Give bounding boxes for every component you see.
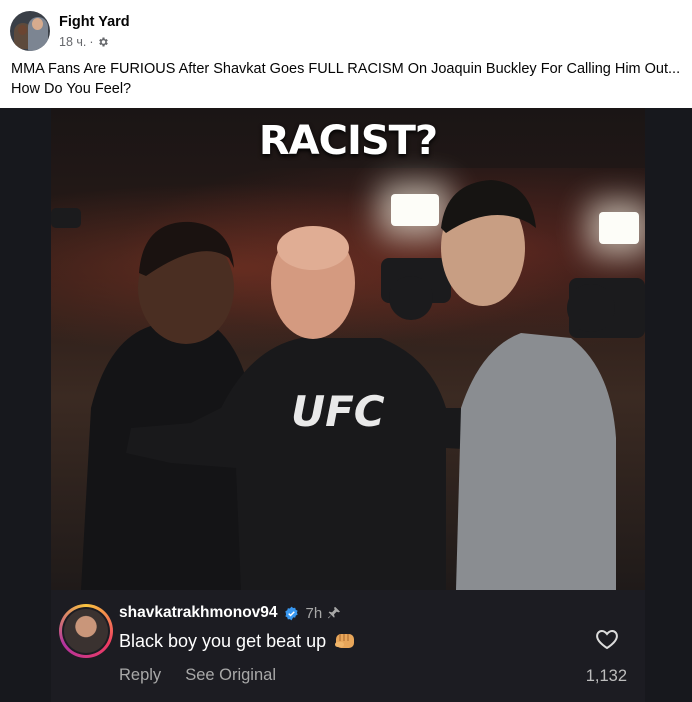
reply-button[interactable]: Reply [119,666,161,685]
verified-badge-icon [284,606,299,621]
post-caption: MMA Fans Are FURIOUS After Shavkat Goes … [11,61,681,97]
overlay-text: RACIST? [258,118,438,164]
post-image[interactable]: UFC RACIST? shavkatrakhmonov94 7h Black … [0,108,692,702]
post-meta: Fight Yard 18 ч. · [59,13,130,50]
page-avatar[interactable] [10,11,50,51]
comment-card: shavkatrakhmonov94 7h Black boy you get … [51,590,645,702]
comment-actions: Reply See Original [119,666,276,685]
page-name[interactable]: Fight Yard [59,13,130,31]
see-original-button[interactable]: See Original [185,666,276,685]
pin-icon [326,605,342,621]
heart-icon[interactable] [595,628,619,655]
photo-figures: UFC [51,180,645,590]
commenter-avatar[interactable] [59,604,113,658]
comment-body: Black boy you get beat up [119,630,327,651]
like-count: 1,132 [585,667,627,685]
meta-separator: · [89,34,94,49]
fist-icon [333,630,357,652]
gear-icon[interactable] [97,36,109,48]
post-time[interactable]: 18 ч. [59,34,86,50]
post-header: Fight Yard 18 ч. · [10,10,130,52]
comment-time: 7h [305,604,323,622]
comment-header: shavkatrakhmonov94 7h [119,604,342,622]
photo: UFC RACIST? [51,108,645,590]
shirt-logo: UFC [291,387,385,436]
comment-text: Black boy you get beat up [119,630,357,652]
commenter-username[interactable]: shavkatrakhmonov94 [119,604,278,622]
post-meta-row: 18 ч. · [59,34,130,50]
